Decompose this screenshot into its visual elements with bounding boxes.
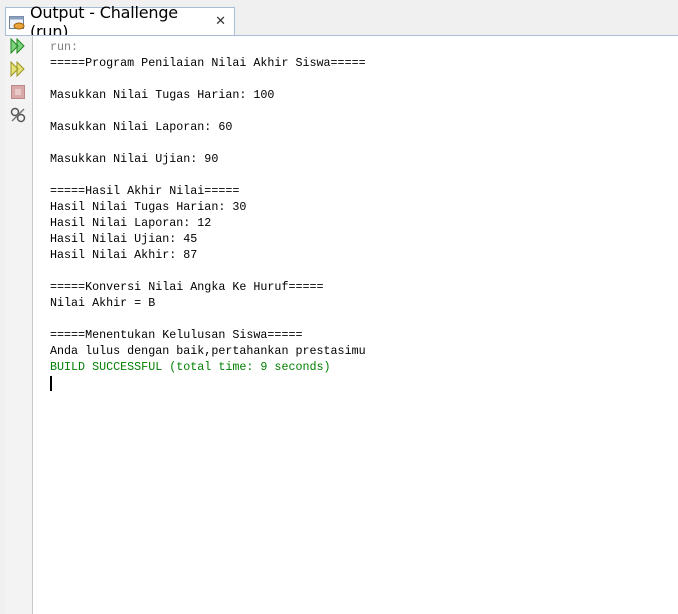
output-line: run: [50,40,79,54]
stop-icon[interactable] [9,83,27,101]
output-line: =====Konversi Nilai Angka Ke Huruf===== [50,280,324,294]
output-line: Hasil Nilai Laporan: 12 [50,216,212,230]
output-line: =====Program Penilaian Nilai Akhir Siswa… [50,56,366,70]
output-line: =====Menentukan Kelulusan Siswa===== [50,328,303,342]
output-line: Masukkan Nilai Ujian: 90 [50,152,219,166]
close-icon[interactable]: ✕ [215,14,226,29]
console-output[interactable]: run: =====Program Penilaian Nilai Akhir S… [50,39,366,391]
output-line: Hasil Nilai Akhir: 87 [50,248,198,262]
output-line: Hasil Nilai Tugas Harian: 30 [50,200,247,214]
text-cursor [50,376,52,391]
output-line: Anda lulus dengan baik,pertahankan prest… [50,344,366,358]
output-panel: run: =====Program Penilaian Nilai Akhir S… [5,35,678,614]
output-line: Masukkan Nilai Laporan: 60 [50,120,233,134]
output-line: Masukkan Nilai Tugas Harian: 100 [50,88,275,102]
rerun-with-options-icon[interactable] [9,60,27,78]
output-tab[interactable]: Output - Challenge (run) ✕ [5,3,235,41]
output-line: BUILD SUCCESSFUL (total time: 9 seconds) [50,360,331,374]
output-line: Nilai Akhir = B [50,296,156,310]
output-line: Hasil Nilai Ujian: 45 [50,232,198,246]
settings-icon[interactable] [9,106,27,124]
output-window-icon [9,15,25,29]
output-toolbar [5,36,33,614]
rerun-icon[interactable] [9,37,27,55]
output-line: =====Hasil Akhir Nilai===== [50,184,240,198]
